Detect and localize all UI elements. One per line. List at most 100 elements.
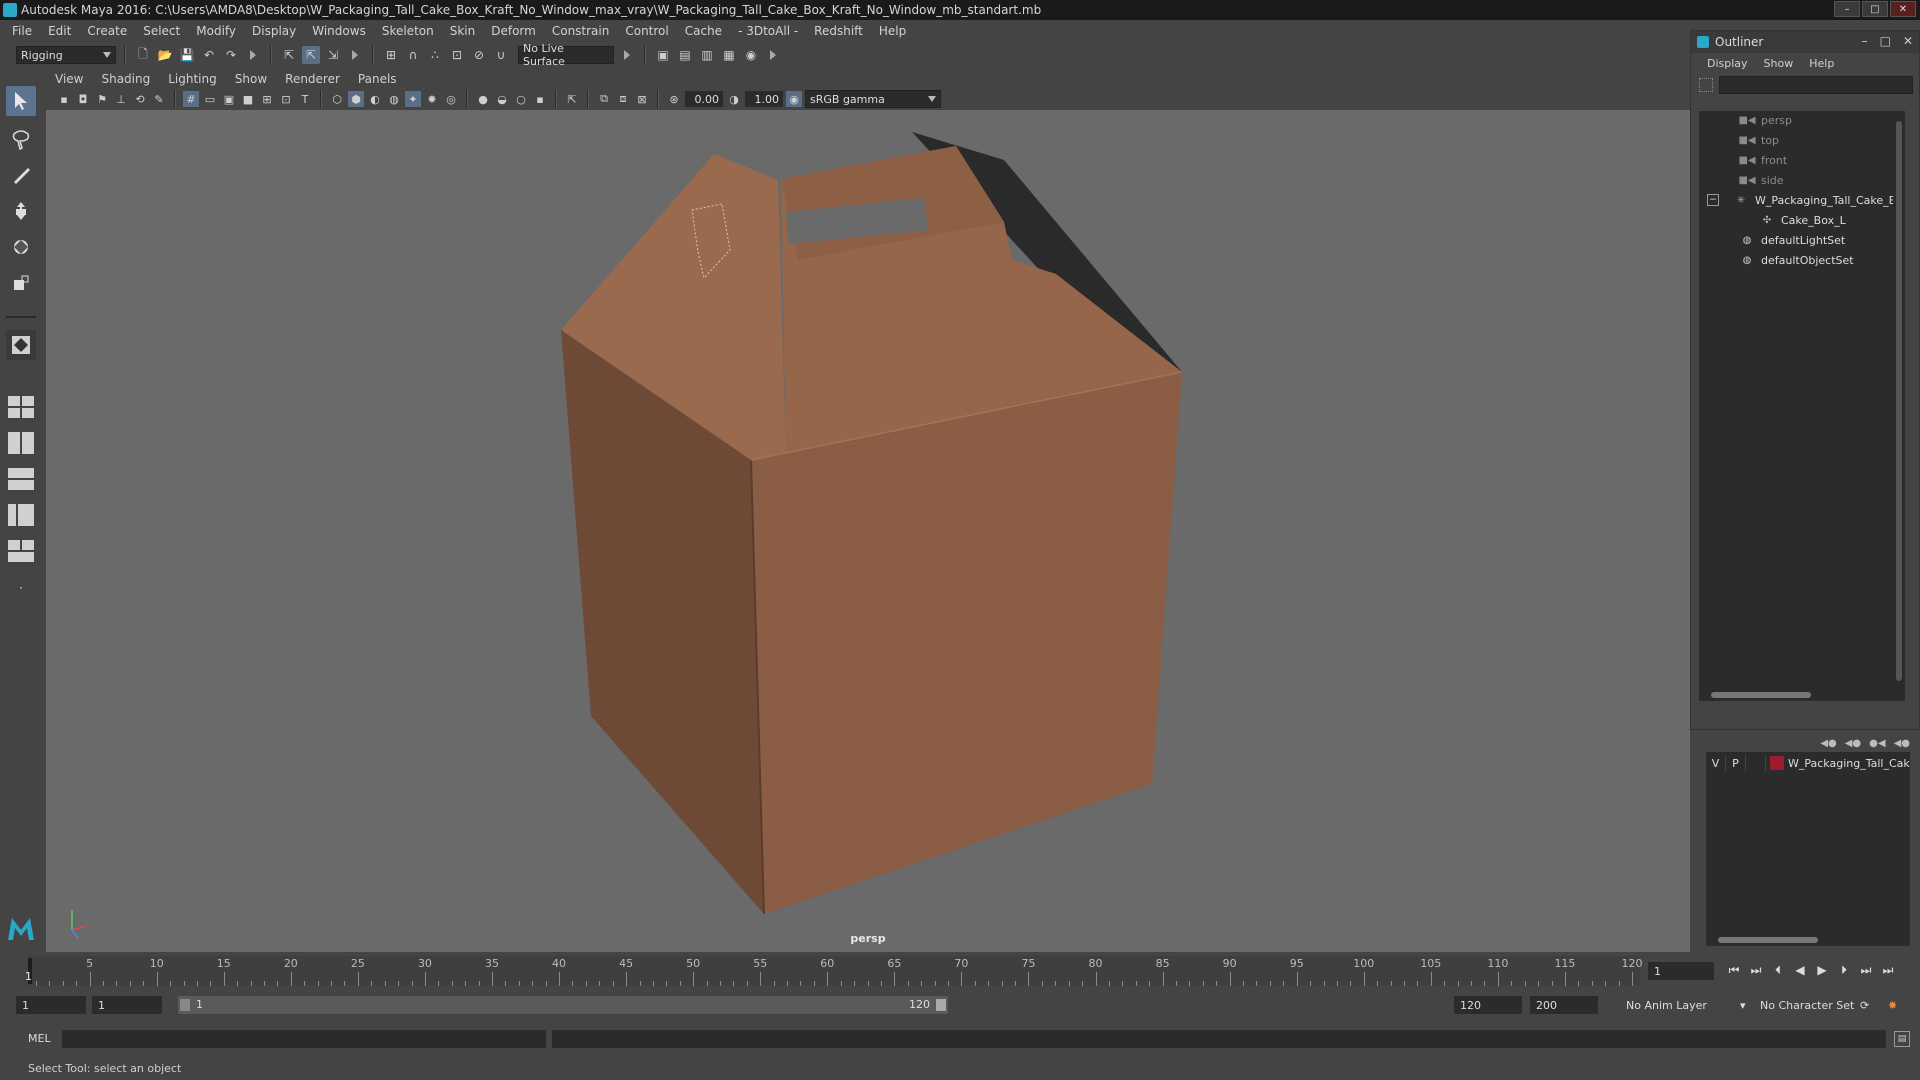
- gamma-field[interactable]: 1.00: [745, 91, 783, 107]
- layer-display-type[interactable]: [1746, 755, 1766, 771]
- field-chart-icon[interactable]: ⊞: [259, 91, 275, 107]
- scrollbar-thumb[interactable]: [1896, 121, 1902, 681]
- outliner-menu-show[interactable]: Show: [1756, 57, 1802, 70]
- menu-skin[interactable]: Skin: [442, 24, 484, 38]
- animation-end-field[interactable]: 200: [1530, 996, 1598, 1014]
- undo-icon[interactable]: ↶: [200, 46, 218, 64]
- camera-select-icon[interactable]: ▪: [56, 91, 72, 107]
- animation-preferences-icon[interactable]: ✸: [1888, 996, 1906, 1014]
- graph-layout-icon[interactable]: [8, 540, 36, 562]
- outliner-item-front[interactable]: ■◀ front: [1738, 151, 1787, 169]
- new-layer-icon[interactable]: ●◀: [1869, 738, 1885, 749]
- current-frame-field[interactable]: 1: [1648, 962, 1714, 980]
- two-view-layout-icon[interactable]: [8, 432, 36, 454]
- play-backwards-icon[interactable]: ◀: [1792, 962, 1808, 978]
- outliner-item-default-object-set[interactable]: ◍ defaultObjectSet: [1739, 251, 1854, 269]
- outliner-layout-icon[interactable]: [8, 504, 36, 526]
- layer-visibility-toggle[interactable]: V: [1706, 755, 1726, 771]
- hypershade-icon[interactable]: ▦: [720, 46, 738, 64]
- make-live-icon[interactable]: ⊘: [470, 46, 488, 64]
- stacked-layout-icon[interactable]: [8, 468, 36, 490]
- paint-select-tool-icon[interactable]: [6, 160, 36, 190]
- bookmark-icon[interactable]: ⚑: [94, 91, 110, 107]
- filter-icon[interactable]: [1699, 78, 1713, 92]
- four-view-layout-icon[interactable]: [8, 396, 36, 418]
- menu-redshift[interactable]: Redshift: [806, 24, 871, 38]
- safe-action-icon[interactable]: ⊡: [278, 91, 294, 107]
- camera-attributes-icon[interactable]: ◘: [75, 91, 91, 107]
- menu-modify[interactable]: Modify: [188, 24, 244, 38]
- script-editor-icon[interactable]: ▤: [1894, 1031, 1910, 1047]
- collapse-arrow-icon[interactable]: [624, 50, 630, 60]
- outliner-menu-display[interactable]: Display: [1699, 57, 1756, 70]
- collapse-arrow-icon[interactable]: [250, 50, 256, 60]
- outliner-minimize-button[interactable]: –: [1862, 34, 1868, 48]
- more-layouts-icon[interactable]: ·: [6, 578, 36, 598]
- snap-magnet-icon[interactable]: ∪: [492, 46, 510, 64]
- move-layer-down-icon[interactable]: ◀●: [1845, 738, 1861, 749]
- textured-icon[interactable]: ◍: [386, 91, 402, 107]
- viewport-menu-show[interactable]: Show: [226, 72, 276, 86]
- new-layer-selected-icon[interactable]: ◀●: [1894, 738, 1910, 749]
- scrollbar-thumb[interactable]: [1711, 692, 1811, 698]
- menu-constrain[interactable]: Constrain: [544, 24, 618, 38]
- use-all-lights-icon[interactable]: ✦: [405, 91, 421, 107]
- menu-skeleton[interactable]: Skeleton: [374, 24, 442, 38]
- view-transform-dropdown[interactable]: sRGB gamma: [805, 90, 941, 108]
- view-transform-icon[interactable]: ⟲: [132, 91, 148, 107]
- isolate-select-icon[interactable]: ⇱: [564, 91, 580, 107]
- snap-view-plane-icon[interactable]: ⊡: [448, 46, 466, 64]
- redshift-render-view-icon[interactable]: ◉: [742, 46, 760, 64]
- save-scene-icon[interactable]: 💾: [178, 46, 196, 64]
- image-plane-icon[interactable]: ⊥: [113, 91, 129, 107]
- viewport-menu-view[interactable]: View: [46, 72, 92, 86]
- scrollbar-thumb[interactable]: [1718, 937, 1818, 943]
- move-layer-up-icon[interactable]: ◀●: [1820, 738, 1836, 749]
- menu-select[interactable]: Select: [135, 24, 188, 38]
- viewport-menu-panels[interactable]: Panels: [349, 72, 406, 86]
- command-input[interactable]: [62, 1030, 546, 1048]
- expand-toggle[interactable]: −: [1707, 194, 1719, 206]
- playback-start-field[interactable]: 1: [92, 996, 162, 1014]
- grid-icon[interactable]: #: [183, 91, 199, 107]
- outliner-item-packaging-group[interactable]: − ✳ W_Packaging_Tall_Cake_Bo: [1707, 191, 1903, 209]
- outliner-horizontal-scrollbar[interactable]: [1699, 689, 1893, 701]
- collapse-arrow-icon[interactable]: [352, 50, 358, 60]
- snap-grid-icon[interactable]: ⊞: [382, 46, 400, 64]
- select-hierarchy-icon[interactable]: ⇱: [280, 46, 298, 64]
- gate-mask-icon[interactable]: ■: [240, 91, 256, 107]
- outliner-menu-help[interactable]: Help: [1801, 57, 1842, 70]
- minimize-button[interactable]: –: [1834, 1, 1860, 17]
- character-set-dropdown[interactable]: No Character Set: [1756, 996, 1872, 1014]
- step-back-key-icon[interactable]: ⏭: [1748, 962, 1764, 978]
- exposure-field[interactable]: 0.00: [685, 91, 723, 107]
- menu-create[interactable]: Create: [79, 24, 135, 38]
- step-back-frame-icon[interactable]: ⏴: [1770, 962, 1786, 978]
- scale-tool-icon[interactable]: [6, 268, 36, 298]
- outliner-maximize-button[interactable]: □: [1880, 34, 1891, 48]
- outliner-item-default-light-set[interactable]: ◍ defaultLightSet: [1739, 231, 1846, 249]
- perspective-viewport[interactable]: persp: [46, 110, 1690, 952]
- range-end-handle[interactable]: [936, 999, 946, 1011]
- smooth-shade-icon[interactable]: ⬢: [348, 91, 364, 107]
- hud-icon[interactable]: ⊠: [634, 91, 650, 107]
- film-gate-icon[interactable]: ▭: [202, 91, 218, 107]
- menu-file[interactable]: File: [4, 24, 40, 38]
- snap-point-icon[interactable]: ∴: [426, 46, 444, 64]
- redo-icon[interactable]: ↷: [222, 46, 240, 64]
- viewport-menu-renderer[interactable]: Renderer: [276, 72, 349, 86]
- step-forward-frame-icon[interactable]: ⏵: [1836, 962, 1852, 978]
- resolution-gate-icon[interactable]: ▣: [221, 91, 237, 107]
- collapse-arrow-icon[interactable]: [770, 50, 776, 60]
- xray-components-icon[interactable]: ⧈: [615, 91, 631, 107]
- layer-horizontal-scrollbar[interactable]: [1706, 934, 1910, 946]
- menu-control[interactable]: Control: [617, 24, 676, 38]
- layer-color-swatch[interactable]: [1770, 756, 1784, 770]
- xray-icon[interactable]: ◎: [443, 91, 459, 107]
- menu-set-dropdown[interactable]: Rigging: [16, 46, 116, 64]
- go-to-start-icon[interactable]: ⏮: [1726, 962, 1742, 978]
- open-scene-icon[interactable]: 📂: [156, 46, 174, 64]
- auto-key-icon[interactable]: ⟳: [1860, 996, 1878, 1014]
- outliner-item-side[interactable]: ■◀ side: [1738, 171, 1783, 189]
- ipr-render-icon[interactable]: ▤: [676, 46, 694, 64]
